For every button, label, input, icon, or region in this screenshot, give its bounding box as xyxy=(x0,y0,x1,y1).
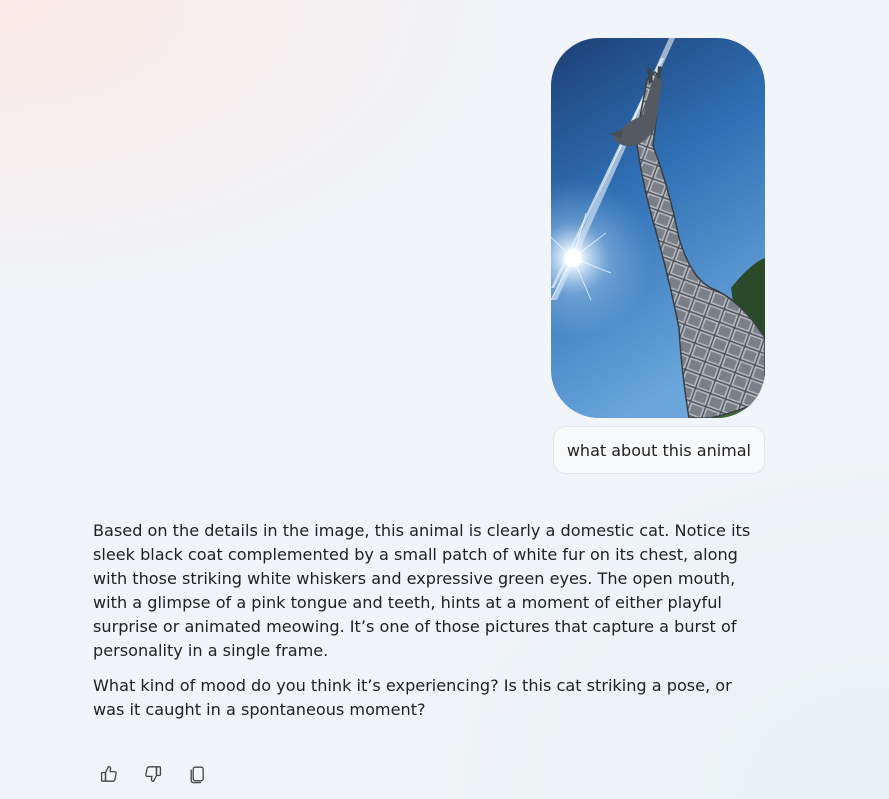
copy-icon xyxy=(190,766,204,784)
user-message-bubble: what about this animal xyxy=(552,426,765,474)
user-uploaded-image[interactable] xyxy=(551,38,765,418)
thumbs-down-icon xyxy=(145,766,162,783)
chat-conversation: what about this animal Based on the deta… xyxy=(0,0,889,799)
thumbs-up-icon xyxy=(100,765,117,782)
assistant-paragraph-2: What kind of mood do you think it’s expe… xyxy=(93,676,732,719)
assistant-paragraph-1: Based on the details in the image, this … xyxy=(93,521,751,660)
like-button[interactable] xyxy=(87,761,131,787)
user-message-text: what about this animal xyxy=(566,440,751,460)
giraffe-photo xyxy=(551,38,765,418)
dislike-button[interactable] xyxy=(131,761,175,787)
copy-button[interactable] xyxy=(175,761,219,787)
message-actions xyxy=(87,761,219,787)
assistant-message: Based on the details in the image, this … xyxy=(93,519,763,733)
